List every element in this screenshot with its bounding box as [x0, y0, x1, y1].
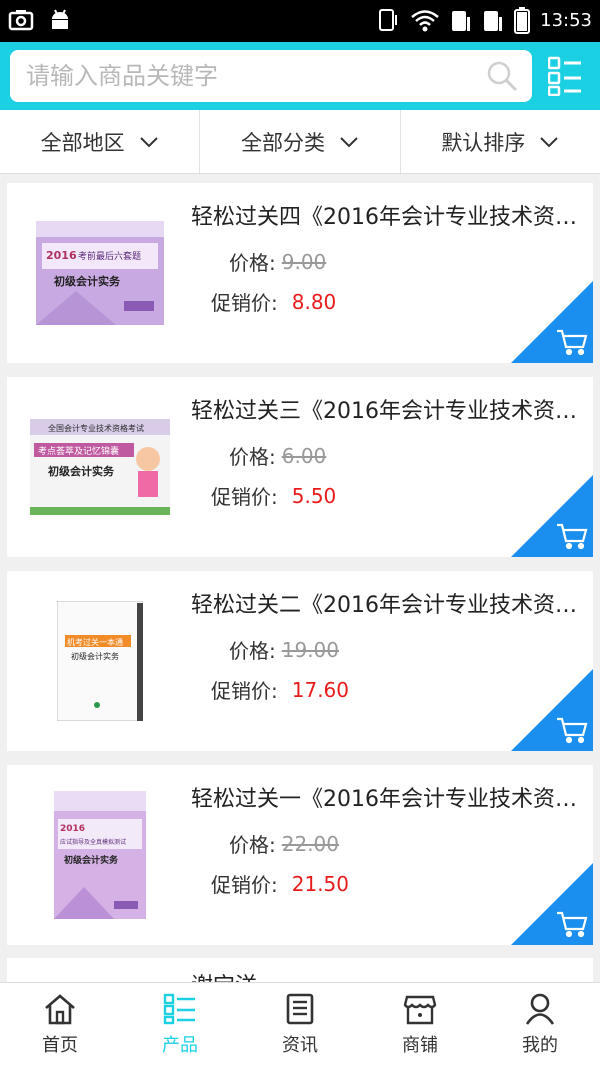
search-header	[0, 42, 600, 110]
search-icon[interactable]	[486, 60, 518, 92]
promo-row: 促销价: 8.80	[211, 287, 336, 316]
home-icon	[45, 994, 75, 1025]
product-card[interactable]: 机考过关一本通 初级会计实务 轻松过关二《2016年会计专业技术资格考试》初级会…	[7, 571, 593, 751]
search-box[interactable]	[10, 50, 532, 102]
promo-price: 5.50	[291, 483, 337, 508]
promo-price: 21.50	[291, 871, 350, 896]
promo-price: 8.80	[291, 289, 337, 314]
promo-row: 促销价: 21.50	[211, 869, 349, 898]
promo-row: 促销价: 17.60	[211, 675, 349, 704]
nav-label: 产品	[162, 1035, 198, 1056]
add-to-cart-button[interactable]	[511, 281, 593, 363]
original-price: 6.00	[281, 443, 327, 468]
bottom-nav: 首页 产品 资讯 商铺 我的	[0, 982, 600, 1067]
original-price: 22.00	[281, 831, 340, 856]
product-title[interactable]: 轻松过关一《2016年会计专业技术资格考试》初级会计实务	[191, 781, 581, 813]
price-row: 价格: 6.00	[229, 441, 326, 470]
product-list-icon	[163, 993, 195, 1025]
search-input[interactable]	[26, 50, 466, 102]
phone-vibrate-icon	[379, 9, 398, 31]
sim2-icon	[484, 11, 503, 31]
price-label: 价格:	[229, 251, 276, 275]
product-card[interactable]: 2016 考前最后六套题 初级会计实务 轻松过关四《2016年会计专业技术资格考…	[7, 183, 593, 363]
promo-label: 促销价:	[211, 679, 278, 703]
promo-price: 17.60	[291, 677, 350, 702]
original-price: 9.00	[281, 249, 327, 274]
svg-text:应试指导及全真模拟测试: 应试指导及全真模拟测试	[60, 838, 126, 846]
nav-label: 资讯	[282, 1035, 318, 1056]
svg-text:2016: 2016	[46, 249, 77, 262]
android-icon	[52, 9, 68, 29]
svg-text:考前最后六套题: 考前最后六套题	[78, 250, 141, 262]
svg-text:机考过关一本通: 机考过关一本通	[67, 637, 123, 647]
filter-label: 默认排序	[441, 130, 526, 155]
product-image[interactable]: 机考过关一本通 初级会计实务	[25, 591, 175, 731]
clock: 13:53	[540, 9, 592, 31]
product-image[interactable]: 全国会计专业技术资格考试 考点荟萃及记忆锦囊 初级会计实务	[25, 397, 175, 537]
book-cover-image: 2016 应试指导及全真模拟测试 初级会计实务	[54, 791, 146, 919]
nav-news[interactable]: 资讯	[240, 983, 360, 1067]
svg-text:2016: 2016	[60, 824, 85, 834]
nav-mine[interactable]: 我的	[480, 983, 600, 1067]
promo-label: 促销价:	[211, 485, 278, 509]
nav-products[interactable]: 产品	[120, 983, 240, 1067]
promo-label: 促销价:	[211, 291, 278, 315]
filter-region[interactable]: 全部地区	[0, 110, 201, 173]
product-image[interactable]: 2016 考前最后六套题 初级会计实务	[25, 203, 175, 343]
svg-text:初级会计实务: 初级会计实务	[48, 464, 115, 478]
nav-label: 商铺	[402, 1035, 438, 1056]
product-title[interactable]: 轻松过关二《2016年会计专业技术资格考试》初级会计实务	[191, 587, 581, 619]
svg-text:初级会计实务: 初级会计实务	[54, 274, 121, 288]
svg-text:初级会计实务: 初级会计实务	[64, 854, 119, 866]
filter-category[interactable]: 全部分类	[200, 110, 401, 173]
battery-icon	[514, 7, 531, 34]
filter-bar: 全部地区 全部分类 默认排序	[0, 110, 600, 174]
original-price: 19.00	[281, 637, 340, 662]
price-label: 价格:	[229, 445, 276, 469]
nav-label: 我的	[522, 1035, 558, 1056]
price-label: 价格:	[229, 639, 276, 663]
category-menu-icon[interactable]	[548, 56, 582, 96]
product-card[interactable]: 2016 应试指导及全真模拟测试 初级会计实务 轻松过关一《2016年会计专业技…	[7, 765, 593, 945]
add-to-cart-button[interactable]	[511, 475, 593, 557]
filter-label: 全部分类	[240, 130, 325, 155]
price-row: 价格: 19.00	[229, 635, 339, 664]
promo-row: 促销价: 5.50	[211, 481, 336, 510]
add-to-cart-button[interactable]	[511, 669, 593, 751]
product-image[interactable]: 2016 应试指导及全真模拟测试 初级会计实务	[25, 785, 175, 925]
chevron-down-icon	[540, 136, 559, 147]
nav-store[interactable]: 商铺	[360, 983, 480, 1067]
book-cover-image: 全国会计专业技术资格考试 考点荟萃及记忆锦囊 初级会计实务	[30, 419, 170, 515]
sim1-icon	[452, 11, 471, 31]
user-icon	[525, 993, 555, 1025]
add-to-cart-button[interactable]	[511, 863, 593, 945]
book-cover-image: 机考过关一本通 初级会计实务	[57, 601, 143, 721]
store-icon	[403, 995, 437, 1025]
book-cover-image: 2016 考前最后六套题 初级会计实务	[36, 221, 164, 325]
nav-home[interactable]: 首页	[0, 983, 120, 1067]
chevron-down-icon	[340, 136, 358, 147]
screenshot-icon	[8, 10, 34, 31]
svg-text:考点荟萃及记忆锦囊: 考点荟萃及记忆锦囊	[38, 445, 119, 457]
filter-label: 全部地区	[40, 130, 125, 155]
chevron-down-icon	[139, 136, 158, 147]
wifi-icon	[411, 10, 439, 32]
product-title[interactable]: 轻松过关四《2016年会计专业技术资格考试》初级会计实务	[191, 199, 581, 231]
svg-text:初级会计实务: 初级会计实务	[71, 651, 119, 661]
filter-sort[interactable]: 默认排序	[401, 110, 600, 173]
product-card[interactable]: 全国会计专业技术资格考试 考点荟萃及记忆锦囊 初级会计实务 轻松过关三《2016…	[7, 377, 593, 557]
price-label: 价格:	[229, 833, 276, 857]
status-bar: 13:53	[0, 0, 600, 42]
promo-label: 促销价:	[211, 873, 278, 897]
price-row: 价格: 22.00	[229, 829, 339, 858]
product-title[interactable]: 轻松过关三《2016年会计专业技术资格考试》初级会计实务	[191, 393, 581, 425]
price-row: 价格: 9.00	[229, 247, 326, 276]
nav-label: 首页	[42, 1035, 78, 1056]
news-icon	[286, 993, 314, 1025]
svg-text:全国会计专业技术资格考试: 全国会计专业技术资格考试	[48, 423, 144, 433]
